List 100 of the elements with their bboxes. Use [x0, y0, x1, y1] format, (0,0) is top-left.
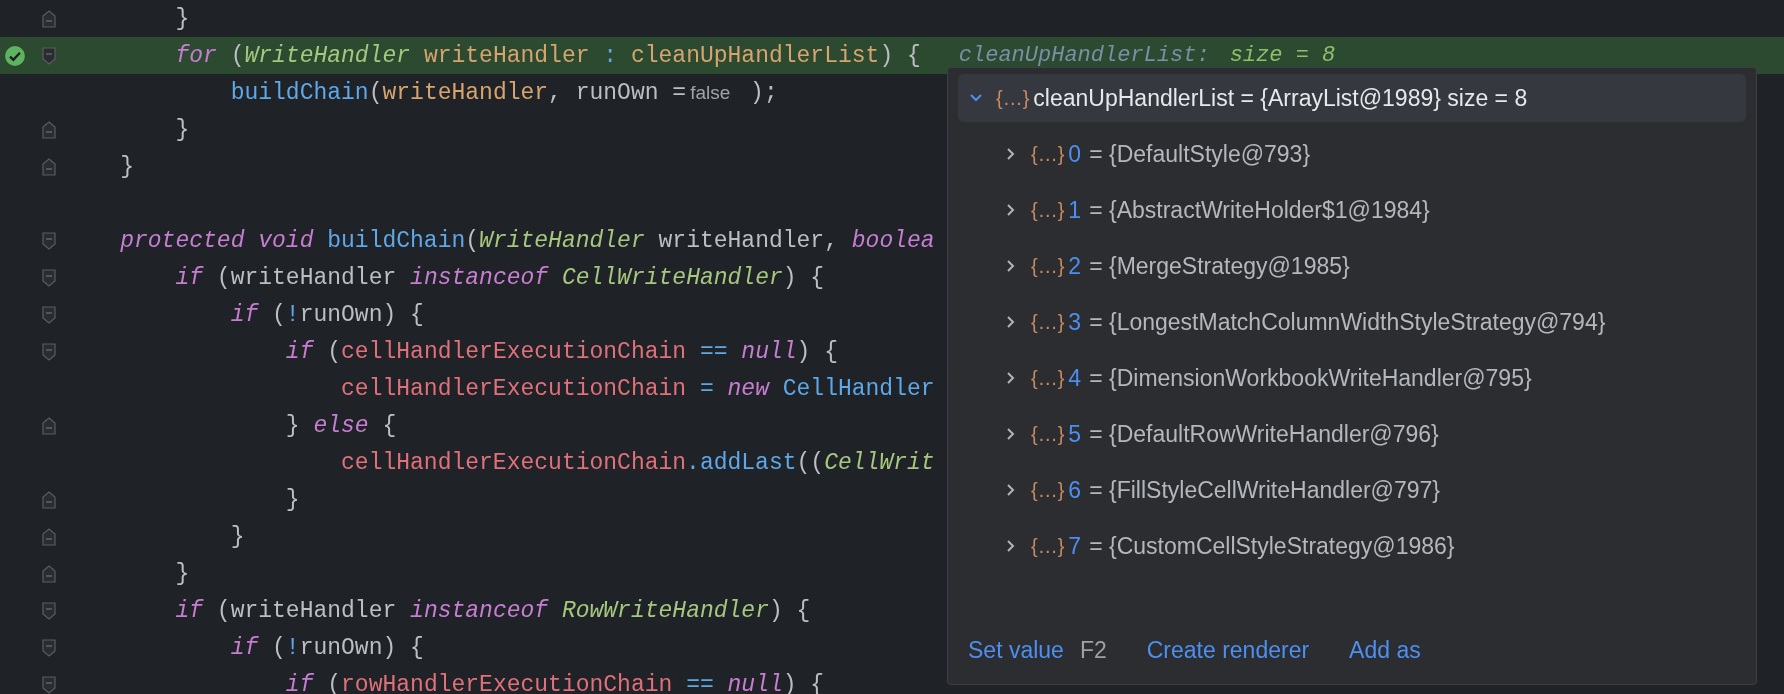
fold-marker-icon[interactable] [42, 157, 56, 176]
tree-row[interactable]: {…} cleanUpHandlerList = {ArrayList@1989} size = 8 [958, 74, 1746, 122]
fold-marker-icon[interactable] [42, 231, 56, 250]
code-token: for [174, 42, 217, 69]
code-token: buildChain [229, 79, 369, 106]
variable-label: cleanUpHandlerList = {ArrayList@1989} size = 8 [1033, 84, 1528, 112]
code-token: if [284, 338, 314, 365]
fold-marker-icon[interactable] [42, 675, 56, 694]
code-token: } [174, 560, 190, 587]
code-token: cellHandlerExecutionChain [341, 338, 687, 365]
action-link[interactable]: Set value [968, 636, 1064, 664]
element-index: 7 [1068, 532, 1082, 560]
element-value: = {DimensionWorkbookWriteHandler@795} [1089, 364, 1532, 392]
code-token: if [229, 634, 259, 661]
element-index: 6 [1068, 476, 1082, 504]
code-token: cellHandlerExecutionChain [340, 375, 687, 402]
element-index: 4 [1068, 364, 1082, 392]
object-icon: {…} [1031, 142, 1065, 166]
element-index: 0 [1068, 140, 1082, 168]
code-token: rowHandlerExecutionChain [341, 671, 673, 694]
element-index: 5 [1068, 420, 1082, 448]
breakpoint-check-icon[interactable] [4, 44, 26, 67]
code-token: null [740, 338, 797, 365]
code-token: writeHandler [382, 79, 549, 106]
element-value: = {DefaultStyle@793} [1089, 140, 1311, 168]
code-token: instanceof [410, 597, 549, 624]
element-value: = {LongestMatchColumnWidthStyleStrategy@794} [1089, 308, 1606, 336]
object-icon: {…} [1031, 534, 1065, 558]
code-token: (writeHandler [215, 264, 398, 291]
code-token: cleanUpHandlerList [629, 42, 880, 69]
code-token: cellHandlerExecutionChain [340, 449, 687, 476]
fold-marker-icon[interactable] [42, 564, 56, 583]
fold-marker-icon[interactable] [42, 120, 56, 139]
code-token: ( [271, 634, 286, 661]
element-index: 3 [1068, 308, 1082, 336]
fold-marker-icon[interactable] [42, 601, 56, 620]
element-value: = {CustomCellStyleStrategy@1986} [1089, 532, 1455, 560]
fold-marker-icon[interactable] [42, 9, 56, 28]
fold-marker-icon[interactable] [42, 638, 56, 657]
code-token: (( [796, 449, 825, 476]
code-token: ( [368, 79, 383, 106]
code-token: == [698, 338, 728, 365]
action-link[interactable]: Add as [1349, 636, 1421, 664]
element-value: = {AbstractWriteHolder$1@1984} [1089, 196, 1430, 224]
element-value: = {FillStyleCellWriteHandler@797} [1089, 476, 1440, 504]
code-token: runOwn) { [299, 634, 424, 661]
code-token: : [603, 42, 618, 69]
fold-marker-icon[interactable] [42, 305, 56, 324]
code-token: ); [749, 79, 778, 106]
element-index: 1 [1068, 196, 1082, 224]
code-token: else [313, 412, 369, 439]
code-token: } [284, 412, 301, 439]
code-token: WriteHandler [479, 227, 645, 254]
fold-marker-icon[interactable] [42, 342, 56, 361]
code-token: ( [326, 338, 342, 365]
action-link[interactable]: Create renderer [1146, 636, 1310, 664]
code-token: ) { [796, 338, 838, 365]
code-token: ) { [879, 42, 921, 69]
code-token: , runOwn = [548, 79, 687, 106]
code-token: null [726, 671, 783, 694]
code-token: new [726, 375, 769, 402]
shortcut-label: F2 [1079, 636, 1107, 664]
code-token: ) { [768, 597, 811, 624]
object-icon: {…} [1031, 198, 1065, 222]
code-token: runOwn) { [299, 301, 424, 328]
code-token: if [174, 264, 204, 291]
element-index: 2 [1068, 252, 1082, 280]
code-token: false [689, 81, 732, 104]
code-token: } [229, 523, 245, 550]
inline-value: size = 8 [1229, 43, 1336, 68]
object-icon: {…} [1031, 310, 1065, 334]
code-token: boolea [851, 227, 935, 254]
code-token: protected void [119, 227, 314, 254]
fold-marker-icon[interactable] [42, 46, 56, 65]
code-token: == [685, 671, 714, 694]
code-token: ! [285, 301, 300, 328]
element-value: = {DefaultRowWriteHandler@796} [1089, 420, 1439, 448]
fold-marker-icon[interactable] [42, 416, 56, 435]
fold-marker-icon[interactable] [42, 527, 56, 546]
code-token: if [229, 301, 259, 328]
code-token: ( [229, 42, 245, 69]
code-token: RowWriteHandler [560, 597, 769, 624]
code-token: } [284, 486, 300, 513]
object-icon: {…} [1031, 366, 1065, 390]
code-token: if [174, 597, 204, 624]
code-token: = [698, 375, 714, 402]
code-token: instanceof [410, 264, 549, 291]
object-icon: {…} [1031, 254, 1065, 278]
inline-value-name: cleanUpHandlerList: [958, 43, 1210, 68]
fold-marker-icon[interactable] [42, 268, 56, 287]
code-token: { [381, 412, 397, 439]
code-token: CellWriteHandler [560, 264, 783, 291]
object-icon: {…} [996, 86, 1030, 110]
fold-marker-icon[interactable] [42, 490, 56, 509]
code-token: CellWrit [824, 449, 935, 476]
code-token: (writeHandler [215, 597, 398, 624]
code-token: ( [465, 227, 480, 254]
code-token: if [284, 671, 314, 694]
code-token: } [119, 153, 134, 180]
object-icon: {…} [1031, 422, 1065, 446]
